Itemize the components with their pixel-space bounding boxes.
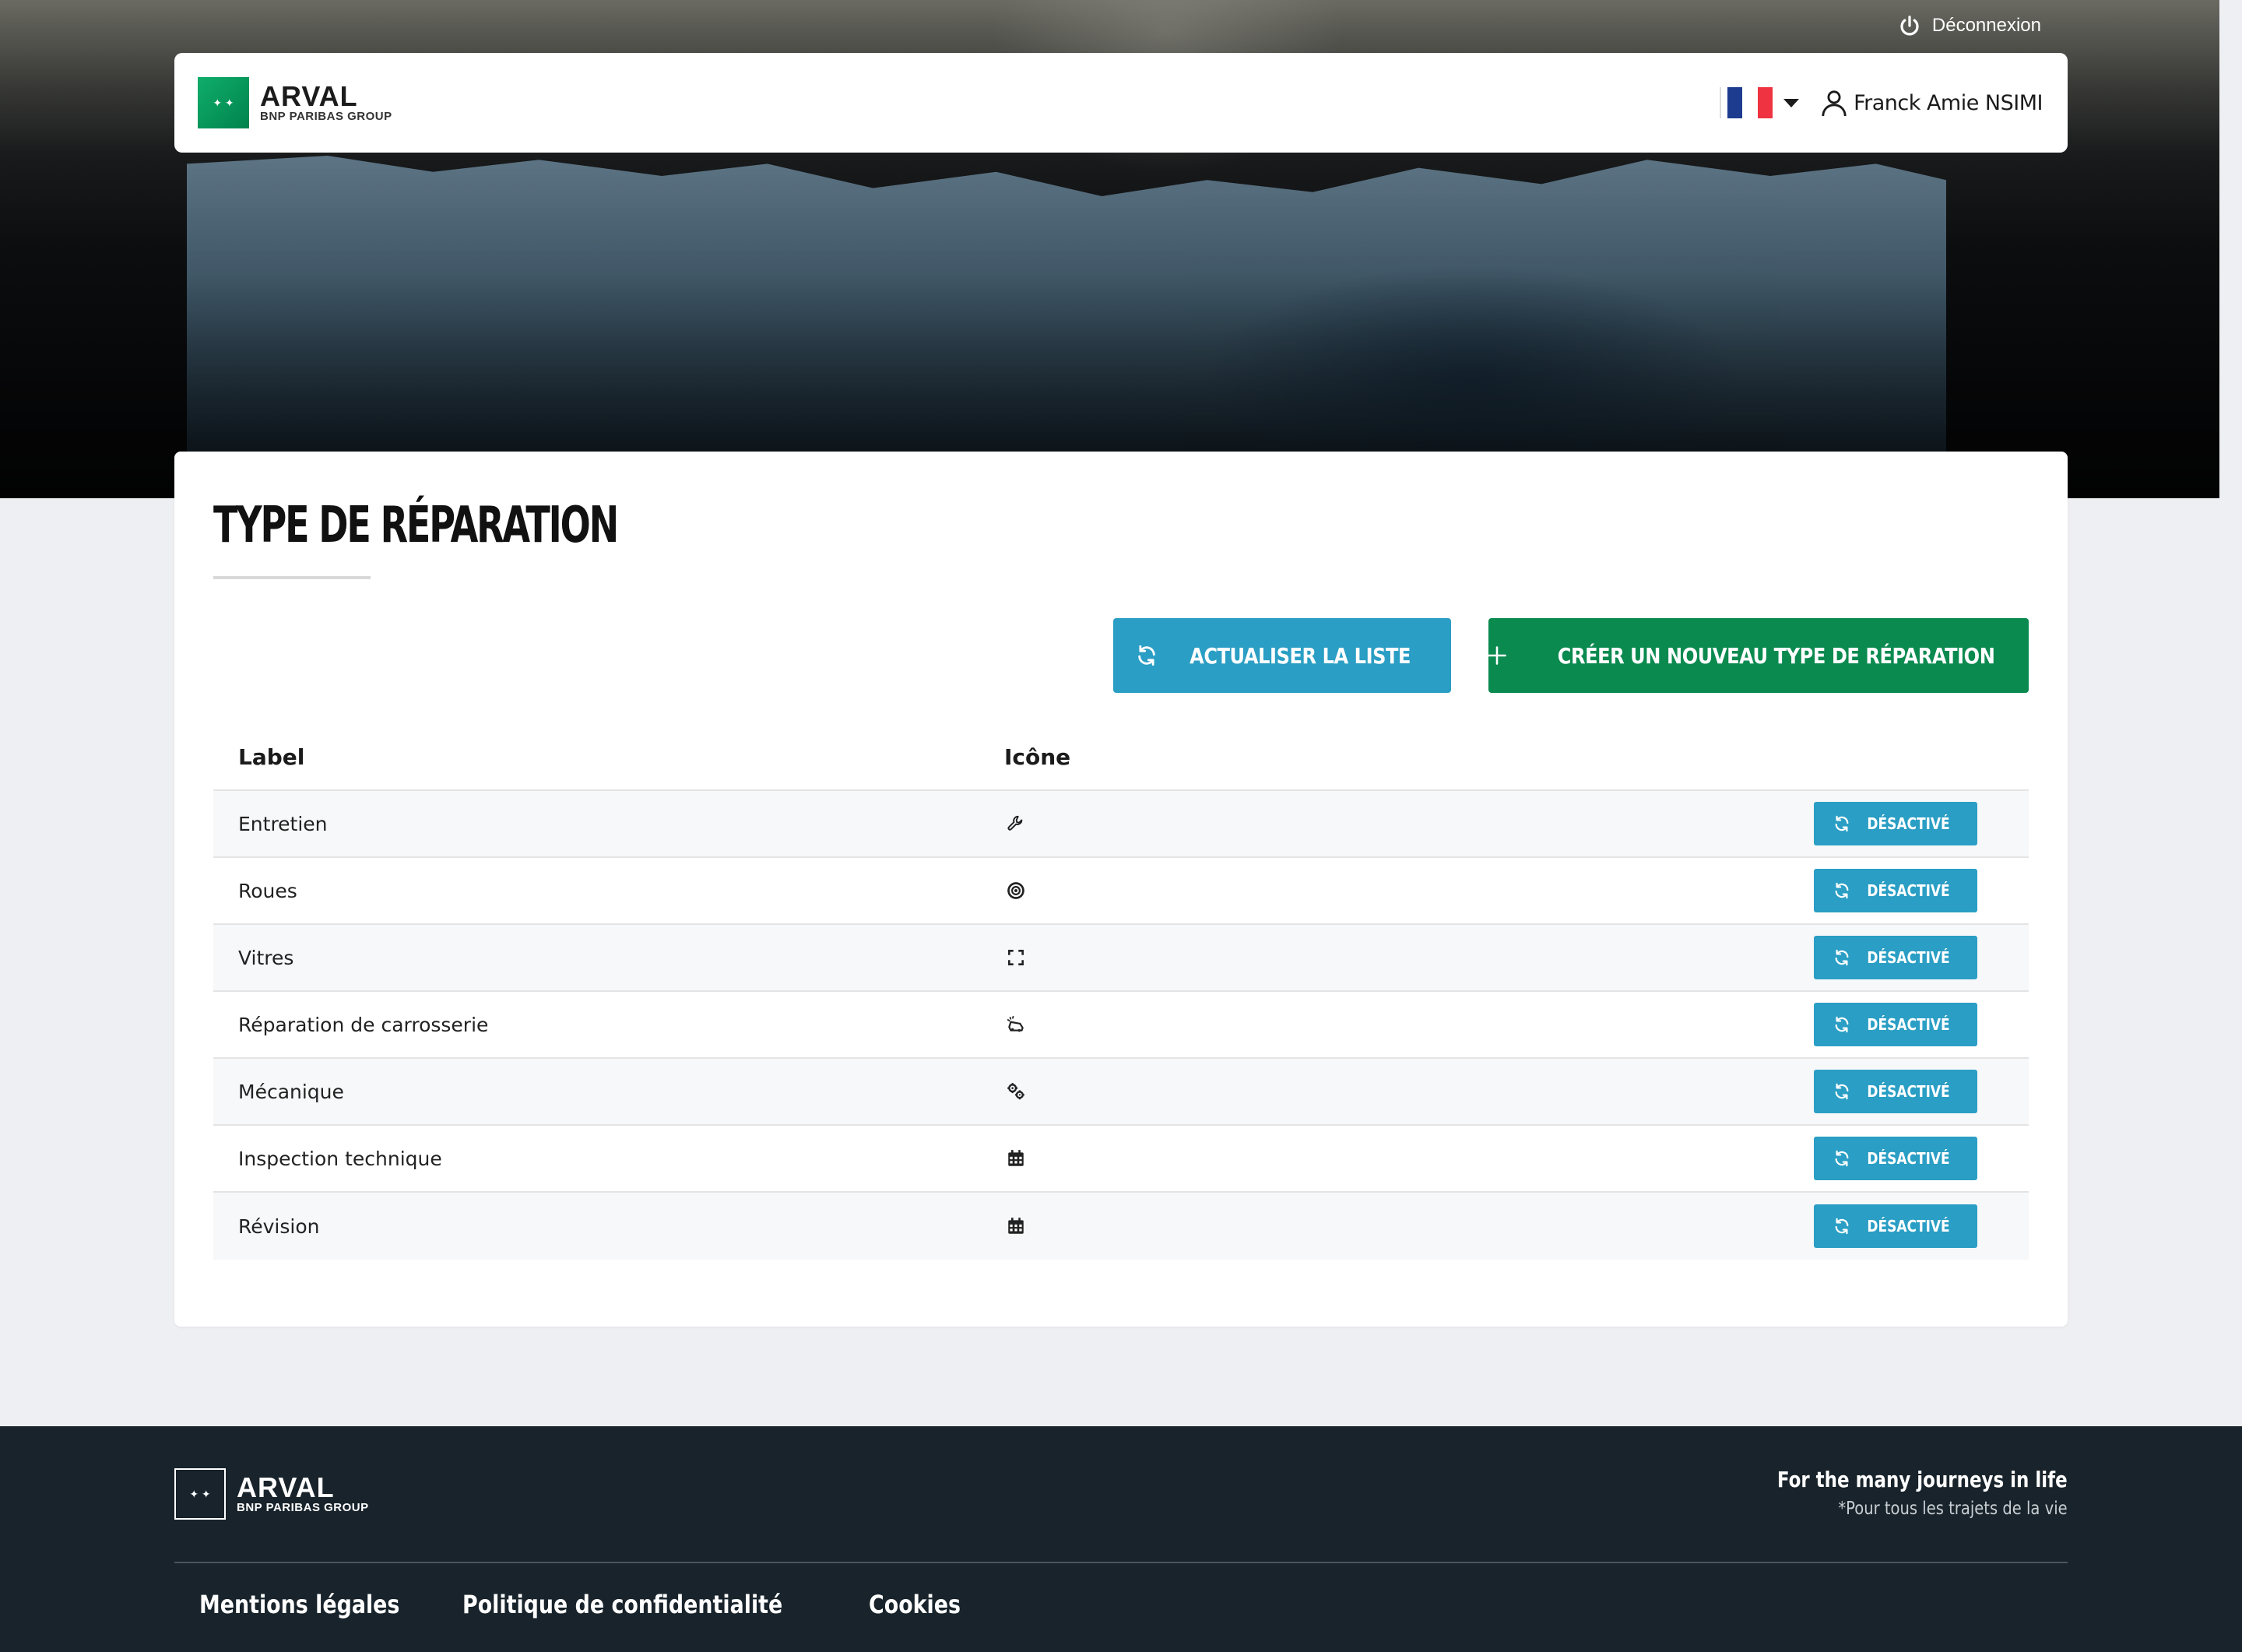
column-header-label[interactable]: Label: [238, 744, 304, 770]
table-row: Réparation de carrosserie DÉSACTIVÉ: [213, 992, 2029, 1059]
toggle-status-button[interactable]: DÉSACTIVÉ: [1814, 802, 1977, 845]
refresh-list-button[interactable]: ACTUALISER LA LISTE: [1113, 618, 1451, 693]
user-name: Franck Amie NSIMI: [1854, 90, 2043, 115]
logout-label: Déconnexion: [1931, 15, 2041, 36]
plus-icon: [1488, 646, 1507, 665]
create-label: CRÉER UN NOUVEAU TYPE DE RÉPARATION: [1558, 642, 1995, 669]
expand-icon: [1004, 946, 1028, 969]
language-selector[interactable]: [1720, 87, 1800, 118]
car-crash-icon: [1004, 1013, 1028, 1036]
table-row: Inspection technique DÉSACTIVÉ: [213, 1126, 2029, 1193]
status-label: DÉSACTIVÉ: [1867, 948, 1951, 967]
row-label: Vitres: [238, 946, 294, 969]
arval-logo[interactable]: ✦ ✦ ARVAL BNP PARIBAS GROUP: [198, 77, 392, 128]
tagline-sub: *Pour tous les trajets de la vie: [1838, 1499, 2068, 1519]
chevron-down-icon: [1783, 98, 1800, 107]
refresh-icon: [1836, 1016, 1849, 1033]
link-cookies[interactable]: Cookies: [869, 1590, 961, 1619]
footer-brand-name: ARVAL: [237, 1471, 335, 1503]
calendar-icon: [1004, 1147, 1028, 1170]
status-label: DÉSACTIVÉ: [1867, 1082, 1951, 1101]
status-label: DÉSACTIVÉ: [1867, 1217, 1951, 1235]
row-label: Entretien: [238, 812, 328, 835]
brand-name: ARVAL: [260, 79, 358, 112]
table-body: Entretien DÉSACTIVÉ Roues DÉSACTIVÉ Vitres DÉ…: [213, 791, 2029, 1260]
calendar-icon: [1004, 1214, 1028, 1238]
table-header: Label Icône: [213, 724, 2029, 791]
brand-group: BNP PARIBAS GROUP: [260, 109, 392, 123]
footer-tagline: For the many journeys in life *Pour tous…: [1713, 1467, 2068, 1519]
table-row: Entretien DÉSACTIVÉ: [213, 791, 2029, 858]
fr-flag-icon: [1727, 87, 1773, 118]
toggle-status-button[interactable]: DÉSACTIVÉ: [1814, 1070, 1977, 1113]
footer-brand-group: BNP PARIBAS GROUP: [237, 1500, 369, 1514]
repair-types-table: Label Icône Entretien DÉSACTIVÉ Roues DÉSAC…: [213, 724, 2029, 1260]
link-privacy-policy[interactable]: Politique de confidentialité: [462, 1590, 782, 1619]
target-icon: [1004, 879, 1028, 902]
refresh-icon: [1836, 1150, 1849, 1167]
toggle-status-button[interactable]: DÉSACTIVÉ: [1814, 869, 1977, 912]
user-icon: [1822, 90, 1847, 117]
status-label: DÉSACTIVÉ: [1867, 814, 1951, 833]
row-label: Révision: [238, 1214, 320, 1238]
title-underline: [213, 576, 371, 579]
refresh-label: ACTUALISER LA LISTE: [1190, 642, 1411, 669]
row-label: Mécanique: [238, 1080, 344, 1103]
user-menu[interactable]: Franck Amie NSIMI: [1821, 88, 2043, 118]
footer: ✦ ✦ ARVAL BNP PARIBAS GROUP For the many…: [0, 1426, 2242, 1652]
refresh-icon: [1836, 882, 1849, 899]
column-header-icon[interactable]: Icône: [1004, 744, 1070, 770]
row-label: Roues: [238, 879, 297, 902]
status-label: DÉSACTIVÉ: [1867, 881, 1951, 900]
toggle-status-button[interactable]: DÉSACTIVÉ: [1814, 1204, 1977, 1248]
table-row: Révision DÉSACTIVÉ: [213, 1193, 2029, 1260]
bnp-stars-icon: ✦ ✦: [174, 1468, 226, 1520]
footer-logo[interactable]: ✦ ✦ ARVAL BNP PARIBAS GROUP: [174, 1468, 369, 1520]
table-row: Mécanique DÉSACTIVÉ: [213, 1059, 2029, 1126]
status-label: DÉSACTIVÉ: [1867, 1015, 1951, 1034]
row-label: Inspection technique: [238, 1147, 442, 1170]
refresh-icon: [1836, 1083, 1849, 1100]
create-repair-type-button[interactable]: CRÉER UN NOUVEAU TYPE DE RÉPARATION: [1488, 618, 2029, 693]
logout-button[interactable]: Déconnexion: [1898, 14, 2041, 37]
top-header: ✦ ✦ ARVAL BNP PARIBAS GROUP Franck Amie …: [174, 53, 2068, 153]
page-title: TYPE DE RÉPARATION: [213, 497, 619, 554]
row-label: Réparation de carrosserie: [238, 1013, 489, 1036]
repair-types-card: TYPE DE RÉPARATION ACTUALISER LA LISTE C…: [174, 452, 2068, 1327]
power-icon: [1900, 16, 1919, 36]
toggle-status-button[interactable]: DÉSACTIVÉ: [1814, 936, 1977, 979]
refresh-icon: [1836, 949, 1849, 966]
cogs-icon: [1004, 1080, 1028, 1103]
refresh-icon: [1836, 815, 1849, 832]
toggle-status-button[interactable]: DÉSACTIVÉ: [1814, 1137, 1977, 1180]
table-row: Roues DÉSACTIVÉ: [213, 858, 2029, 925]
tagline-main: For the many journeys in life: [1777, 1467, 2068, 1492]
wrench-icon: [1004, 812, 1028, 835]
footer-divider: [174, 1562, 2068, 1563]
refresh-icon: [1138, 645, 1155, 666]
table-row: Vitres DÉSACTIVÉ: [213, 925, 2029, 992]
link-legal-notice[interactable]: Mentions légales: [199, 1590, 399, 1619]
bnp-stars-icon: ✦ ✦: [198, 77, 249, 128]
footer-links: Mentions légales Politique de confidenti…: [199, 1590, 978, 1619]
toggle-status-button[interactable]: DÉSACTIVÉ: [1814, 1003, 1977, 1046]
refresh-icon: [1836, 1218, 1849, 1235]
status-label: DÉSACTIVÉ: [1867, 1149, 1951, 1168]
